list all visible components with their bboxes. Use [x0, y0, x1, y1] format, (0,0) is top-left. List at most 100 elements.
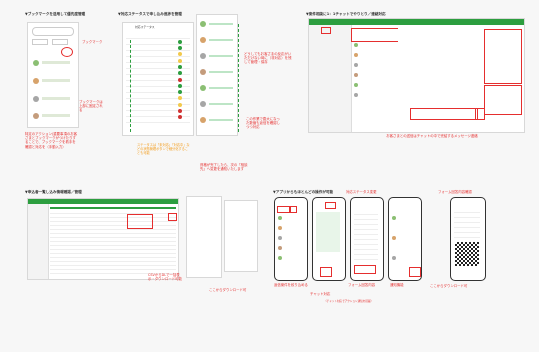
panel6-callout1: フォーム回答内容確認	[438, 190, 472, 194]
table-header	[50, 207, 176, 209]
memo-area[interactable]	[484, 85, 522, 115]
panel5-callout1: 対応ステータス変更	[346, 190, 377, 194]
avatar	[278, 256, 282, 260]
list-item[interactable]	[209, 39, 233, 41]
avatar	[392, 256, 396, 260]
panel1-title: ▼ブックマークを活用して優先度管理	[25, 12, 86, 16]
panel5-callout6: （チャット対応でアクション通知を搭載）	[324, 300, 374, 303]
list-item[interactable]	[42, 61, 70, 64]
list-item[interactable]	[42, 79, 70, 82]
qr-code[interactable]	[455, 242, 479, 266]
status-dot[interactable]	[178, 59, 182, 63]
slide-canvas: { "panels":{ "p1":{"title":"▼ブックマークを活用して…	[0, 0, 539, 352]
form-answers	[454, 208, 480, 238]
avatar	[33, 60, 39, 66]
panel3-caption: お客さまとの送信はチャットの中で完結するメッセージ連絡	[386, 134, 478, 138]
status-dot[interactable]	[178, 65, 182, 69]
panel4-app	[27, 198, 179, 280]
send-button[interactable]	[475, 108, 485, 120]
avatar	[200, 101, 206, 107]
panel1-callout1: ブックマーク	[82, 40, 103, 44]
avatar	[200, 69, 206, 75]
avatar	[200, 53, 206, 59]
chat-button[interactable]	[320, 267, 332, 277]
status-dot[interactable]	[178, 52, 182, 56]
status-dot[interactable]	[178, 90, 182, 94]
avatar	[354, 83, 358, 87]
avatar	[200, 117, 206, 123]
contact-detail	[484, 29, 522, 84]
sidebar	[309, 25, 352, 132]
status-dot[interactable]	[178, 78, 182, 82]
panel3-app	[308, 18, 525, 133]
avatar	[392, 216, 396, 220]
phone3	[350, 197, 384, 281]
panel5-callout3: チャット対応	[310, 292, 331, 296]
scroll-line	[130, 40, 132, 132]
panel1-mock	[27, 22, 79, 128]
avatar	[354, 63, 358, 67]
panel4-form	[224, 200, 258, 272]
avatar	[354, 43, 358, 47]
message-input[interactable]	[410, 108, 478, 120]
status-dot[interactable]	[178, 96, 182, 100]
avatar	[392, 236, 396, 240]
status-dot[interactable]	[178, 40, 182, 44]
list-item[interactable]	[209, 55, 233, 57]
panel5-callout2: 返信案件を絞り込める	[274, 283, 308, 287]
app-header	[28, 199, 178, 204]
panel2-note3: ステータスは「未対応」「対応中」などの状態管理ボタンで細分化することも可能	[137, 143, 190, 155]
filter-button[interactable]	[52, 39, 68, 45]
avatar	[200, 37, 206, 43]
list-item[interactable]	[209, 87, 233, 89]
notification-icon[interactable]	[409, 267, 421, 277]
panel2-note2: この作業で膨大になった数値も返信を確認しつつ対応	[246, 117, 280, 130]
status-dot[interactable]	[178, 84, 182, 88]
list-item[interactable]	[209, 71, 233, 73]
list-item[interactable]	[42, 97, 70, 100]
phone1	[274, 197, 308, 281]
status-dot[interactable]	[178, 109, 182, 113]
panel3-title: ▼案件相談に1：1チャットでやりとり／連絡対応	[306, 12, 386, 16]
list-item[interactable]	[209, 103, 233, 105]
list-item[interactable]	[209, 119, 233, 121]
search-box[interactable]	[32, 27, 74, 36]
panel4-title: ▼申込者一覧し込み情報確認／管理	[25, 190, 82, 194]
panel5-title: ▼アプリからもほとんどの操作が可能	[273, 190, 334, 194]
menu-button[interactable]	[321, 27, 331, 34]
avatar	[278, 236, 282, 240]
avatar	[200, 85, 206, 91]
list-item[interactable]	[209, 23, 233, 25]
phone2	[312, 197, 346, 281]
status-dot[interactable]	[178, 71, 182, 75]
filter-button[interactable]	[289, 206, 297, 213]
chat-search[interactable]	[351, 28, 399, 42]
panel5-callout5: 通知機能	[390, 283, 404, 287]
status-dot[interactable]	[178, 46, 182, 50]
list-item[interactable]	[42, 114, 70, 117]
status-header: 対応ステータス	[135, 25, 155, 29]
panel1-note: 特定のアクション(重要事項のお客さまとブックマークがつけたりすることで、ブックマ…	[25, 132, 78, 149]
avatar	[33, 96, 39, 102]
bookmark-icon[interactable]	[61, 47, 73, 57]
panel2-note4: 資格が完了したら、次の「相談先」へ変更を通知いたします	[200, 163, 248, 172]
panel6-callout2: ここからダウンロード可	[430, 284, 468, 288]
data-table	[50, 210, 176, 274]
avatar	[278, 246, 282, 250]
avatar	[354, 73, 358, 77]
filter-button[interactable]	[32, 39, 48, 45]
avatar	[278, 216, 282, 220]
form-answers	[354, 210, 378, 260]
scroll-line	[238, 24, 240, 132]
status-button[interactable]	[325, 202, 336, 209]
csv-button[interactable]	[127, 214, 153, 229]
sidebar	[28, 204, 49, 279]
panel2-table: 対応ステータス	[122, 22, 194, 136]
panel2-title: ▼対応ステータスで申し込み進捗を管理	[118, 12, 182, 16]
download-button[interactable]	[168, 213, 177, 221]
panel5-callout4: フォーム回答内容	[348, 283, 376, 287]
status-dot[interactable]	[178, 103, 182, 107]
form-button[interactable]	[354, 265, 376, 274]
status-dot[interactable]	[178, 115, 182, 119]
avatar	[33, 113, 39, 119]
